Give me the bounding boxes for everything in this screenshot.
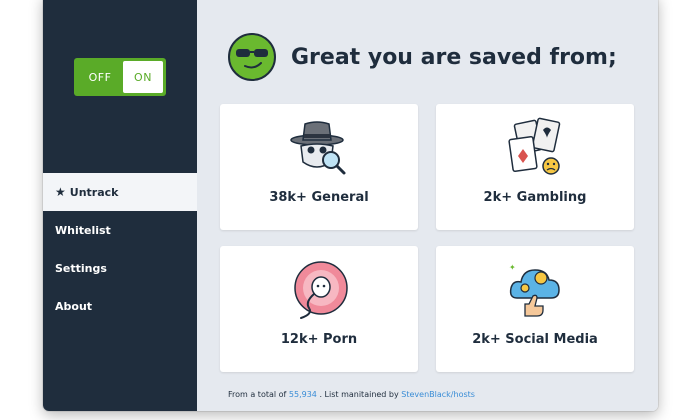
total-count-link[interactable]: 55,934 xyxy=(289,390,317,399)
card-social-media: ✦ 2k+ Social Media xyxy=(436,246,634,372)
sidebar-item-untrack[interactable]: ★ Untrack xyxy=(43,173,197,211)
footer-prefix: From a total of xyxy=(228,390,287,399)
header: Great you are saved from; xyxy=(227,32,617,82)
main-panel: Great you are saved from; 38k+ General 2… xyxy=(197,0,658,411)
source-link[interactable]: StevenBlack/hosts xyxy=(401,390,475,399)
spy-icon xyxy=(290,121,346,175)
sidebar-item-settings[interactable]: Settings xyxy=(43,249,197,287)
sidebar-item-label: Settings xyxy=(55,261,107,275)
sidebar-item-label: Whitelist xyxy=(55,223,111,237)
footer-note: From a total of 55,934 . List manitained… xyxy=(228,390,475,399)
card-gambling: 2k+ Gambling xyxy=(436,104,634,230)
sunglasses-face-icon xyxy=(228,33,276,81)
card-general: 38k+ General xyxy=(220,104,418,230)
toggle-on-label[interactable]: ON xyxy=(123,61,163,93)
social-cloud-icon: ✦ xyxy=(509,263,560,317)
card-label: 2k+ Social Media xyxy=(472,332,598,347)
toggle-off-label[interactable]: OFF xyxy=(77,71,123,84)
card-label: 12k+ Porn xyxy=(280,332,358,347)
card-label: 38k+ General xyxy=(269,190,369,205)
sperm-egg-icon xyxy=(294,261,348,319)
sidebar-item-label: Untrack xyxy=(69,185,119,199)
svg-text:✦: ✦ xyxy=(509,263,516,272)
sidebar-nav: ★ Untrack Whitelist Settings About xyxy=(43,173,197,325)
sidebar-item-label: About xyxy=(55,299,93,313)
card-label: 2k+ Gambling xyxy=(483,190,587,205)
page-title: Great you are saved from; xyxy=(291,44,617,70)
protection-toggle[interactable]: OFF ON xyxy=(74,58,166,96)
app-window: OFF ON ★ Untrack Whitelist Settings Abou… xyxy=(43,0,658,411)
footer-middle: . List manitained by xyxy=(319,390,399,399)
star-icon: ★ xyxy=(55,185,66,199)
card-porn: 12k+ Porn xyxy=(220,246,418,372)
playing-cards-icon xyxy=(508,117,561,175)
sidebar-item-whitelist[interactable]: Whitelist xyxy=(43,211,197,249)
sidebar-item-about[interactable]: About xyxy=(43,287,197,325)
sidebar: OFF ON ★ Untrack Whitelist Settings Abou… xyxy=(43,0,197,411)
blocked-categories: 38k+ General 2k+ Gambling 12k+ Porn ✦ 2k… xyxy=(220,104,634,372)
